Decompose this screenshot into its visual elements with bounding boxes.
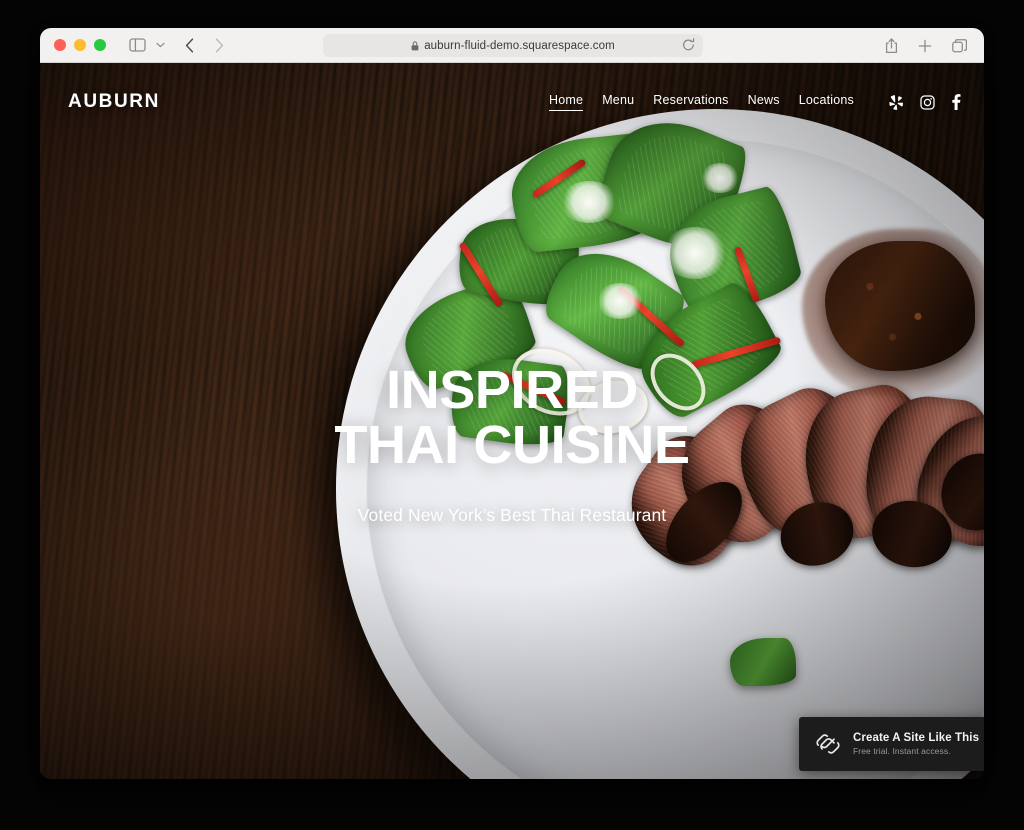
- yelp-icon[interactable]: [889, 94, 903, 110]
- badge-subtitle: Free trial. Instant access.: [853, 746, 951, 756]
- instagram-icon[interactable]: [920, 94, 935, 110]
- page-viewport: AUBURN Home Menu Reservations News Locat…: [40, 63, 984, 779]
- forward-chevron-icon: [215, 37, 224, 53]
- nav-item-reservations[interactable]: Reservations: [653, 93, 728, 111]
- badge-text: Create A Site Like This Free trial. Inst…: [853, 732, 979, 756]
- close-button[interactable]: [54, 39, 66, 51]
- nav-item-news[interactable]: News: [748, 93, 780, 111]
- create-site-badge[interactable]: Create A Site Like This Free trial. Inst…: [799, 717, 984, 771]
- facebook-icon[interactable]: [952, 94, 961, 110]
- back-chevron-icon[interactable]: [185, 37, 194, 53]
- social-links: [889, 94, 961, 110]
- nav-item-home[interactable]: Home: [549, 93, 584, 111]
- browser-window: auburn-fluid-demo.squarespace.com AUBURN…: [40, 28, 984, 779]
- window-controls: [54, 39, 106, 51]
- reload-icon[interactable]: [682, 38, 695, 57]
- site-header: AUBURN Home Menu Reservations News Locat…: [40, 63, 984, 141]
- lock-icon: [411, 40, 419, 51]
- site-logo[interactable]: AUBURN: [68, 91, 160, 113]
- browser-toolbar: auburn-fluid-demo.squarespace.com: [40, 28, 984, 63]
- chevron-down-icon[interactable]: [156, 42, 165, 48]
- site-navigation: Home Menu Reservations News Locations: [549, 93, 961, 111]
- nav-item-menu[interactable]: Menu: [602, 93, 634, 111]
- share-icon[interactable]: [885, 37, 898, 54]
- address-bar[interactable]: auburn-fluid-demo.squarespace.com: [323, 34, 703, 57]
- tabs-icon[interactable]: [952, 38, 967, 53]
- toolbar-actions: [885, 28, 967, 63]
- image-vignette: [40, 63, 984, 779]
- sidebar-icon[interactable]: [129, 38, 146, 52]
- zoom-button[interactable]: [94, 39, 106, 51]
- nav-item-locations[interactable]: Locations: [799, 93, 854, 111]
- squarespace-logo-icon: [815, 733, 841, 755]
- plus-icon[interactable]: [918, 39, 932, 53]
- badge-title: Create A Site Like This: [853, 732, 980, 744]
- url-text: auburn-fluid-demo.squarespace.com: [424, 39, 615, 52]
- minimize-button[interactable]: [74, 39, 86, 51]
